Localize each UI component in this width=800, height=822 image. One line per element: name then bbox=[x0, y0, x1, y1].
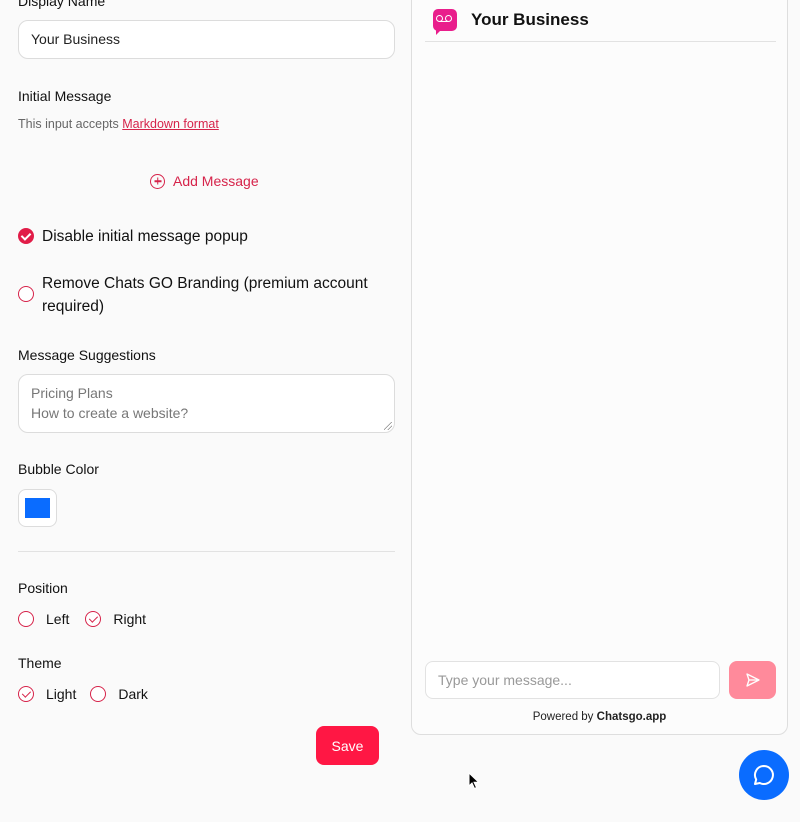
markdown-hint-prefix: This input accepts bbox=[18, 117, 119, 131]
divider bbox=[18, 551, 395, 552]
radio-checked-icon[interactable] bbox=[18, 686, 34, 702]
chat-launcher-button[interactable] bbox=[739, 750, 789, 800]
position-right-label: Right bbox=[113, 611, 147, 627]
remove-branding-option[interactable]: Remove Chats GO Branding (premium accoun… bbox=[18, 272, 388, 318]
add-message-button[interactable]: Add Message bbox=[150, 173, 259, 189]
chat-bubble-icon bbox=[754, 765, 774, 785]
theme-light-label: Light bbox=[46, 686, 77, 702]
disable-popup-label: Disable initial message popup bbox=[42, 228, 248, 245]
chat-preview-panel: Your Business Type your message... Power… bbox=[411, 0, 788, 735]
color-swatch bbox=[25, 498, 50, 518]
checked-circle-icon[interactable] bbox=[18, 228, 34, 244]
theme-options: Light Dark bbox=[18, 686, 168, 702]
chat-preview-header: Your Business bbox=[425, 0, 776, 42]
position-label: Position bbox=[18, 580, 68, 596]
send-icon bbox=[745, 673, 760, 687]
resize-grip-icon[interactable] bbox=[384, 422, 392, 430]
theme-light-option[interactable]: Light bbox=[18, 686, 76, 702]
powered-brand[interactable]: Chatsgo.app bbox=[597, 711, 667, 723]
position-right-option[interactable]: Right bbox=[85, 611, 146, 627]
suggestion-line: How to create a website? bbox=[31, 405, 189, 421]
markdown-format-link[interactable]: Markdown format bbox=[122, 117, 219, 131]
message-suggestions-textarea[interactable]: Pricing Plans How to create a website? bbox=[18, 374, 395, 433]
display-name-input[interactable]: Your Business bbox=[18, 20, 395, 59]
radio-icon[interactable] bbox=[18, 611, 34, 627]
position-left-label: Left bbox=[46, 611, 70, 627]
mouse-pointer-icon bbox=[468, 772, 480, 790]
initial-message-label: Initial Message bbox=[18, 88, 112, 104]
markdown-hint: This input accepts Markdown format bbox=[18, 117, 219, 131]
radio-checked-icon[interactable] bbox=[85, 611, 102, 627]
powered-prefix: Powered by bbox=[532, 711, 594, 723]
send-button[interactable] bbox=[729, 661, 776, 699]
powered-by: Powered by Chatsgo.app bbox=[412, 711, 787, 723]
theme-dark-option[interactable]: Dark bbox=[90, 686, 148, 702]
suggestion-line: Pricing Plans bbox=[31, 385, 113, 401]
disable-popup-option[interactable]: Disable initial message popup bbox=[18, 225, 248, 248]
bubble-color-label: Bubble Color bbox=[18, 461, 99, 477]
plus-circle-icon bbox=[150, 173, 165, 189]
message-suggestions-label: Message Suggestions bbox=[18, 347, 156, 363]
display-name-label: Display Name bbox=[18, 0, 106, 9]
radio-icon[interactable] bbox=[90, 686, 107, 702]
bubble-color-picker[interactable] bbox=[18, 489, 57, 527]
theme-label: Theme bbox=[18, 655, 62, 671]
save-button[interactable]: Save bbox=[316, 726, 379, 765]
theme-dark-label: Dark bbox=[118, 686, 148, 702]
message-input[interactable]: Type your message... bbox=[425, 661, 720, 699]
add-message-label: Add Message bbox=[173, 173, 259, 189]
position-options: Left Right bbox=[18, 611, 166, 627]
position-left-option[interactable]: Left bbox=[18, 611, 69, 627]
remove-branding-label: Remove Chats GO Branding (premium accoun… bbox=[42, 275, 368, 315]
business-name: Your Business bbox=[471, 10, 589, 29]
unchecked-circle-icon[interactable] bbox=[18, 286, 34, 302]
voicemail-logo-icon bbox=[433, 9, 457, 35]
